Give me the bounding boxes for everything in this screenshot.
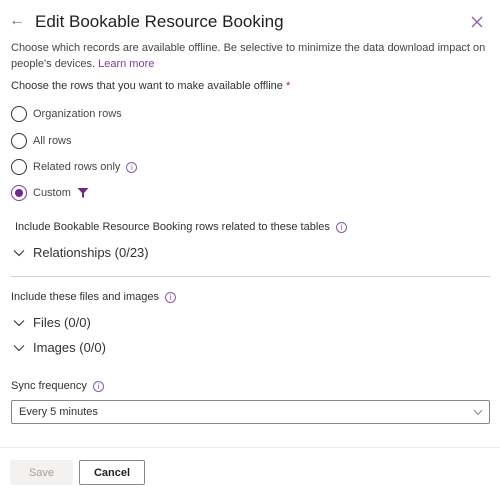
filter-icon[interactable] xyxy=(77,187,89,199)
files-images-label: Include these files and images i xyxy=(11,291,176,303)
cancel-button[interactable]: Cancel xyxy=(79,460,145,485)
chevron-down-icon xyxy=(13,249,25,256)
description-text: Choose which records are available offli… xyxy=(11,42,486,70)
section-divider xyxy=(11,276,490,277)
related-tables-label: Include Bookable Resource Booking rows r… xyxy=(15,221,347,233)
chevron-down-icon xyxy=(13,344,25,351)
footer-divider xyxy=(0,447,500,448)
sync-frequency-dropdown[interactable]: Every 5 minutes xyxy=(11,400,490,424)
relationships-expander[interactable]: Relationships (0/23) xyxy=(13,245,149,260)
radio-custom[interactable]: Custom xyxy=(11,185,89,201)
sync-frequency-value: Every 5 minutes xyxy=(19,406,98,418)
info-icon[interactable]: i xyxy=(164,291,176,303)
files-expander[interactable]: Files (0/0) xyxy=(13,315,91,330)
radio-circle[interactable] xyxy=(11,106,27,122)
close-icon[interactable] xyxy=(470,15,484,29)
chevron-down-icon xyxy=(473,409,483,416)
radio-all-rows[interactable]: All rows xyxy=(11,133,72,149)
save-button[interactable]: Save xyxy=(10,460,73,485)
chevron-down-icon xyxy=(13,319,25,326)
radio-related-rows-only[interactable]: Related rows only i xyxy=(11,159,138,175)
radio-circle[interactable] xyxy=(11,159,27,175)
rows-question-label: Choose the rows that you want to make av… xyxy=(11,80,291,92)
info-icon[interactable]: i xyxy=(126,161,138,173)
radio-circle-checked[interactable] xyxy=(11,185,27,201)
back-arrow-icon[interactable]: ← xyxy=(9,13,25,29)
radio-organization-rows[interactable]: Organization rows xyxy=(11,106,122,122)
description: Choose which records are available offli… xyxy=(11,40,491,72)
radio-circle[interactable] xyxy=(11,133,27,149)
required-marker: * xyxy=(285,80,291,92)
learn-more-link[interactable]: Learn more xyxy=(98,58,154,70)
info-icon[interactable]: i xyxy=(92,380,104,392)
info-icon[interactable]: i xyxy=(335,221,347,233)
images-expander[interactable]: Images (0/0) xyxy=(13,340,106,355)
panel-title: Edit Bookable Resource Booking xyxy=(35,12,284,31)
sync-frequency-label: Sync frequency i xyxy=(11,380,104,392)
